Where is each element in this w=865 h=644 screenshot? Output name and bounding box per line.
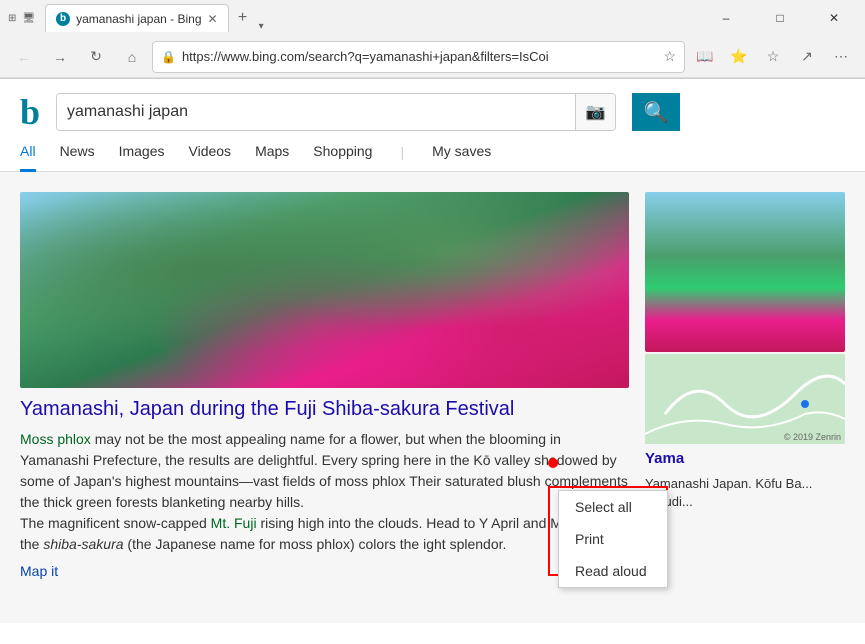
address-bar[interactable]: 🔒 https://www.bing.com/search?q=yamanash… — [152, 41, 685, 73]
tab-news[interactable]: News — [60, 133, 95, 172]
bing-logo: b — [20, 91, 40, 133]
browser-chrome: ⊞ 🖥 yamanashi japan - Bing ✕ + ▾ – □ ✕ ←… — [0, 0, 865, 79]
window-controls: – □ ✕ — [703, 0, 857, 36]
bing-header: b 📷 🔍 — [0, 79, 865, 133]
close-button[interactable]: ✕ — [811, 0, 857, 36]
result-body: Moss phlox may not be the most appealing… — [20, 429, 629, 555]
search-box-wrapper[interactable]: 📷 — [56, 93, 616, 131]
map-it-link[interactable]: Map it — [20, 563, 58, 579]
hub-button[interactable]: ☆ — [757, 41, 789, 73]
tab-maps[interactable]: Maps — [255, 133, 289, 172]
search-icon: 🔍 — [644, 100, 669, 125]
address-text: https://www.bing.com/search?q=yamanashi+… — [182, 49, 657, 64]
window-icon-monitor: 🖥 — [22, 13, 35, 24]
tab-close-button[interactable]: ✕ — [208, 12, 218, 26]
sidebar-map: © 2019 Zenrin — [645, 354, 845, 444]
forward-button[interactable]: → — [44, 41, 76, 73]
search-input[interactable] — [57, 94, 575, 130]
nav-bar: ← → ↻ ⌂ 🔒 https://www.bing.com/search?q=… — [0, 36, 865, 78]
tab-images[interactable]: Images — [119, 133, 165, 172]
home-button[interactable]: ⌂ — [116, 41, 148, 73]
reading-mode-button[interactable]: 📖 — [689, 41, 721, 73]
content-left: Yamanashi, Japan during the Fuji Shiba-s… — [20, 192, 629, 603]
result-title[interactable]: Yamanashi, Japan during the Fuji Shiba-s… — [20, 398, 629, 421]
lock-icon: 🔒 — [161, 50, 176, 64]
tab-all[interactable]: All — [20, 133, 36, 172]
restore-button[interactable]: □ — [757, 0, 803, 36]
moss-phlox-link[interactable]: Moss phlox — [20, 431, 91, 447]
minimize-button[interactable]: – — [703, 0, 749, 36]
sidebar-map-svg — [645, 354, 845, 444]
address-actions: ☆ — [663, 48, 676, 65]
content-right: © 2019 Zenrin Yama Yamanashi Japan. Kōfu… — [645, 192, 845, 603]
settings-button[interactable]: ⋯ — [825, 41, 857, 73]
context-print[interactable]: Print — [559, 523, 667, 555]
camera-icon: 📷 — [586, 102, 606, 122]
tab-shopping[interactable]: Shopping — [313, 133, 372, 172]
result-image-overlay — [20, 192, 629, 388]
refresh-button[interactable]: ↻ — [80, 41, 112, 73]
window-icon-stack: ⊞ — [8, 13, 16, 24]
result-text-3: rising high into the clouds. Head to Y — [260, 515, 488, 531]
tab-bar: yamanashi japan - Bing ✕ + ▾ — [45, 4, 697, 32]
tab-title: yamanashi japan - Bing — [76, 12, 201, 26]
title-bar: ⊞ 🖥 yamanashi japan - Bing ✕ + ▾ – □ ✕ — [0, 0, 865, 36]
tab-favicon — [56, 12, 70, 26]
sidebar-image — [645, 192, 845, 352]
search-nav-tabs: All News Images Videos Maps Shopping | M… — [0, 133, 865, 172]
result-image — [20, 192, 629, 388]
context-menu: Select all Print Read aloud — [558, 490, 668, 588]
sidebar-text: Yamanashi Japan. Kōfu Ba... includi... — [645, 475, 845, 511]
tab-dropdown-button[interactable]: ▾ — [259, 21, 264, 32]
bookmark-icon[interactable]: ☆ — [663, 48, 676, 65]
new-tab-button[interactable]: + — [229, 4, 257, 32]
result-text-5: (the Japanese name for moss phlox) color… — [127, 536, 419, 552]
result-text-2: The magnificent snow-capped — [20, 515, 211, 531]
window-system-icons: ⊞ 🖥 — [8, 13, 35, 24]
toolbar-buttons: 📖 ⭐ ☆ ↗ ⋯ — [689, 41, 857, 73]
camera-search-button[interactable]: 📷 — [575, 94, 615, 130]
favorites-button[interactable]: ⭐ — [723, 41, 755, 73]
result-text-1: may not be the most appealing name for a… — [95, 431, 490, 447]
tab-divider: | — [400, 144, 404, 160]
main-content: Yamanashi, Japan during the Fuji Shiba-s… — [0, 172, 865, 623]
tab-videos[interactable]: Videos — [189, 133, 232, 172]
tab-my-saves[interactable]: My saves — [432, 133, 491, 172]
active-tab[interactable]: yamanashi japan - Bing ✕ — [45, 4, 228, 32]
context-read-aloud[interactable]: Read aloud — [559, 555, 667, 587]
result-text-shiba: shiba-sakura — [43, 536, 123, 552]
mt-fuji-link[interactable]: Mt. Fuji — [211, 515, 257, 531]
search-button[interactable]: 🔍 — [632, 93, 680, 131]
context-select-all[interactable]: Select all — [559, 491, 667, 523]
share-button[interactable]: ↗ — [791, 41, 823, 73]
sidebar-map-caption: © 2019 Zenrin — [784, 432, 841, 442]
sidebar-title[interactable]: Yama — [645, 450, 845, 467]
result-text-6: ight splendor. — [423, 536, 506, 552]
back-button[interactable]: ← — [8, 41, 40, 73]
